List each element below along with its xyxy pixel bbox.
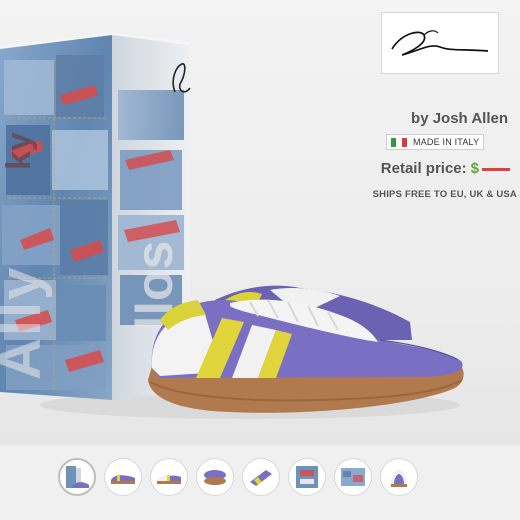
thumbnail-pattern[interactable]	[334, 458, 372, 496]
shoe-front	[148, 299, 464, 413]
thumbnail-box-front[interactable]	[288, 458, 326, 496]
svg-text:Ally: Ally	[0, 266, 53, 380]
designer-name[interactable]: by Josh Allen	[300, 110, 508, 127]
currency-symbol: $	[470, 160, 479, 177]
signature-image	[391, 30, 489, 56]
thumbnail-strip	[58, 458, 418, 496]
thumbnail-side-view-1[interactable]	[104, 458, 142, 496]
thumbnail-sole-view[interactable]	[196, 458, 234, 496]
italy-flag-icon	[391, 137, 407, 147]
product-image-stage: Ally ky llos by Josh Allen MADE IN ITALY…	[0, 0, 520, 445]
price-redacted-bar	[482, 167, 510, 171]
thumbnail-top-view[interactable]	[242, 458, 280, 496]
svg-text:ky: ky	[0, 132, 38, 170]
thumbnail-front-view[interactable]	[380, 458, 418, 496]
retail-price-row: Retail price: $	[300, 160, 510, 177]
thumbnail-box-view[interactable]	[58, 458, 96, 496]
thumbnail-side-view-2[interactable]	[150, 458, 188, 496]
made-in-label: MADE IN ITALY	[413, 137, 480, 147]
designer-signature-card	[381, 12, 499, 74]
shipping-note: SHIPS FREE TO EU, UK & USA	[372, 189, 517, 200]
retail-price-label: Retail price:	[380, 160, 467, 177]
made-in-italy-badge: MADE IN ITALY	[386, 134, 485, 150]
